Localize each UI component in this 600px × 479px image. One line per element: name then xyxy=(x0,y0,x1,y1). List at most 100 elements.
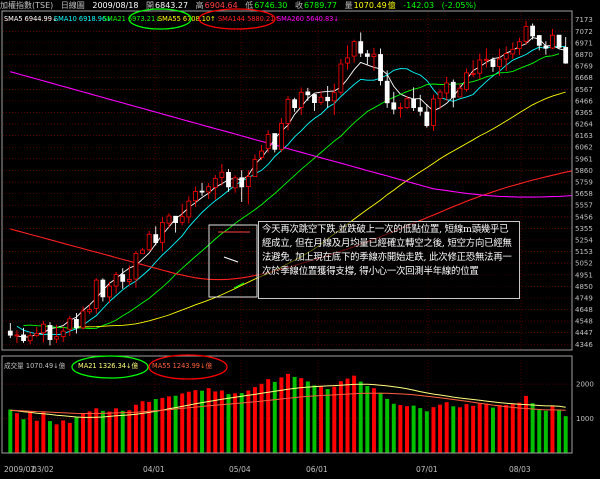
volume-title: 成交量 1070.49↓億 xyxy=(4,361,66,370)
candlestick xyxy=(318,96,324,103)
candlestick xyxy=(279,123,284,150)
volume-bar xyxy=(47,421,52,453)
candlestick xyxy=(14,334,20,337)
candlestick xyxy=(371,53,377,57)
volume-bar xyxy=(226,394,231,453)
volume-bar xyxy=(14,413,19,453)
candlestick xyxy=(259,150,264,158)
y-tick-label: 6365 xyxy=(575,109,593,117)
candlestick xyxy=(358,41,364,54)
candlestick xyxy=(100,279,106,298)
volume-bar xyxy=(41,412,46,453)
volume-bar xyxy=(444,402,449,453)
y-tick-label: 4346 xyxy=(575,341,593,349)
price-grid xyxy=(3,19,571,419)
candlestick xyxy=(411,98,417,109)
volume-bar xyxy=(385,398,390,453)
candlestick xyxy=(417,107,423,112)
candlestick xyxy=(113,274,119,287)
y-tick-label: 5961 xyxy=(575,155,593,163)
volume-bar xyxy=(233,393,238,453)
candlestick xyxy=(212,177,218,188)
volume-bar xyxy=(286,373,290,453)
y-tick-label: 7072 xyxy=(575,28,593,36)
candlestick xyxy=(47,325,53,340)
candlestick xyxy=(470,73,476,75)
y-tick-label: 6567 xyxy=(575,86,593,94)
y-tick-label: 5658 xyxy=(575,190,593,198)
candlestick xyxy=(325,96,331,102)
volume-bar xyxy=(391,403,396,453)
volume-bar xyxy=(352,375,357,453)
volume-bar xyxy=(160,397,165,453)
volume-bar xyxy=(464,404,469,453)
candlestick xyxy=(550,34,555,49)
candlestick xyxy=(391,102,397,110)
volume-ma55-legend: MA55 1243.99↓億 xyxy=(152,361,212,370)
candlestick xyxy=(226,171,231,188)
volume-bar xyxy=(497,405,502,453)
candlestick xyxy=(186,200,192,218)
y-tick-label: 5355 xyxy=(575,225,593,233)
volume-bar xyxy=(34,420,39,453)
candlestick xyxy=(292,99,297,109)
candlestick xyxy=(338,63,344,93)
volume-bar xyxy=(550,405,555,453)
volume-bar xyxy=(338,381,343,453)
volume-bar xyxy=(120,410,125,453)
volume-bar xyxy=(266,379,271,453)
volume-bar xyxy=(345,378,350,453)
y-tick-label: 6062 xyxy=(575,144,593,152)
y-tick-label: 6870 xyxy=(575,51,593,59)
volume-bar xyxy=(418,408,423,453)
candlestick xyxy=(431,98,436,126)
y-tick-label: 5860 xyxy=(575,167,593,175)
candlestick xyxy=(239,177,245,188)
volume-bar xyxy=(411,405,416,453)
volume-bar xyxy=(206,388,211,453)
volume-bar xyxy=(21,419,26,453)
x-tick-label: 05/04 xyxy=(229,465,251,474)
volume-bar xyxy=(530,403,535,453)
candlestick xyxy=(265,134,271,150)
sma55-legend: SMA55 6708.10↑ xyxy=(158,15,216,23)
candlestick xyxy=(67,318,73,330)
candlestick xyxy=(107,285,112,298)
volume-bar xyxy=(81,413,86,453)
volume-bar xyxy=(279,377,284,453)
y-tick-label: 4951 xyxy=(575,271,593,279)
y-tick-label: 4850 xyxy=(575,283,593,291)
candlestick xyxy=(404,98,410,108)
volume-bar xyxy=(200,390,205,453)
volume-bar xyxy=(477,403,482,453)
candlestick xyxy=(93,279,99,309)
y-tick-label: 4447 xyxy=(575,329,593,337)
volume-legend: 成交量 1070.49↓億 MA21 1326.34↓億 MA55 1243.99↓… xyxy=(4,361,212,370)
volume-bar xyxy=(424,411,429,453)
candlestick xyxy=(140,249,145,255)
volume-bar xyxy=(246,390,251,453)
volume-bar xyxy=(272,381,277,453)
candlestick xyxy=(384,80,390,104)
volume-bar xyxy=(127,410,132,453)
price-legend: SMA5 6944.99↓SMA10 6918.96↓SMA21 6973.21… xyxy=(4,15,339,23)
y-tick-label: 4548 xyxy=(575,318,593,326)
candlestick xyxy=(199,190,205,193)
volume-bar xyxy=(61,420,66,453)
volume-bar xyxy=(517,402,522,453)
y-tick-label: 5254 xyxy=(575,237,593,245)
candlestick xyxy=(153,234,159,243)
candlestick xyxy=(179,216,185,223)
candlestick xyxy=(464,72,469,90)
candlestick xyxy=(497,58,502,67)
y-tick-label: 6971 xyxy=(575,39,593,47)
y-tick-label: 6769 xyxy=(575,63,593,71)
x-tick-label: 04/01 xyxy=(143,465,165,474)
candlestick xyxy=(510,48,516,55)
highlight-markers xyxy=(71,8,276,380)
sma144-legend: SMA144 5880.21↑ xyxy=(218,15,280,23)
volume-bar xyxy=(471,405,476,453)
volume-bar xyxy=(167,396,171,453)
volume-bar xyxy=(398,405,403,453)
volume-tick-label: 2000 xyxy=(576,381,594,389)
